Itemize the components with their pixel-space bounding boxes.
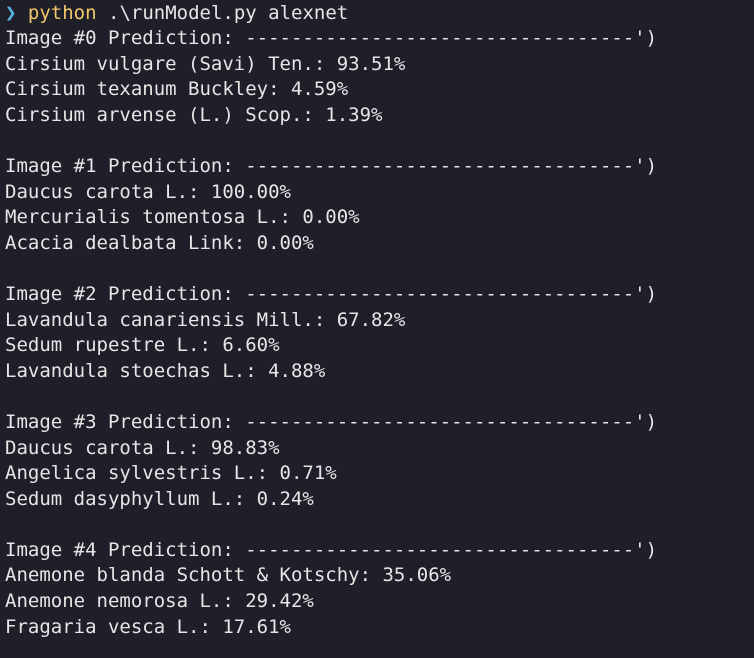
prediction-header: Image #2 Prediction: -------------------… (5, 282, 658, 305)
prediction-header: Image #1 Prediction: -------------------… (5, 154, 658, 177)
prediction-line: Mercurialis tomentosa L.: 0.00% (5, 206, 360, 229)
prediction-header: Image #3 Prediction: -------------------… (5, 410, 658, 433)
prediction-header: Image #4 Prediction: -------------------… (5, 538, 658, 561)
prediction-line: Lavandula stoechas L.: 4.88% (5, 359, 326, 382)
prediction-line: Daucus carota L.: 100.00% (5, 180, 291, 203)
command-args: .\runModel.py alexnet (108, 2, 349, 24)
output-block-0: Image #0 Prediction: -------------------… (5, 26, 754, 154)
prediction-line: Cirsium arvense (L.) Scop.: 1.39% (5, 103, 383, 126)
prediction-line: Sedum dasyphyllum L.: 0.24% (5, 487, 314, 510)
prediction-header: Image #0 Prediction: -------------------… (5, 27, 658, 49)
prediction-line: Lavandula canariensis Mill.: 67.82% (5, 308, 406, 331)
prediction-line: Cirsium texanum Buckley: 4.59% (5, 78, 349, 101)
output-block-2: Image #2 Prediction: -------------------… (5, 282, 754, 410)
prediction-line: Anemone blanda Schott & Kotschy: 35.06% (5, 564, 452, 587)
prompt-chevron-icon: ❯ (5, 2, 17, 24)
command-line: ❯ python .\runModel.py alexnet (5, 0, 754, 26)
output-block-1: Image #1 Prediction: -------------------… (5, 154, 754, 282)
prediction-line: Cirsium vulgare (Savi) Ten.: 93.51% (5, 52, 406, 75)
command-name: python (27, 2, 97, 24)
prediction-line: Angelica sylvestris L.: 0.71% (5, 462, 337, 485)
prediction-line: Anemone nemorosa L.: 29.42% (5, 590, 314, 613)
prediction-line: Fragaria vesca L.: 17.61% (5, 615, 291, 638)
output-block-3: Image #3 Prediction: -------------------… (5, 410, 754, 538)
output-block-4: Image #4 Prediction: -------------------… (5, 538, 754, 640)
prediction-line: Acacia dealbata Link: 0.00% (5, 231, 314, 254)
prediction-line: Daucus carota L.: 98.83% (5, 436, 280, 459)
prediction-line: Sedum rupestre L.: 6.60% (5, 334, 280, 357)
terminal-window[interactable]: ❯ python .\runModel.py alexnet Image #0 … (0, 0, 754, 658)
